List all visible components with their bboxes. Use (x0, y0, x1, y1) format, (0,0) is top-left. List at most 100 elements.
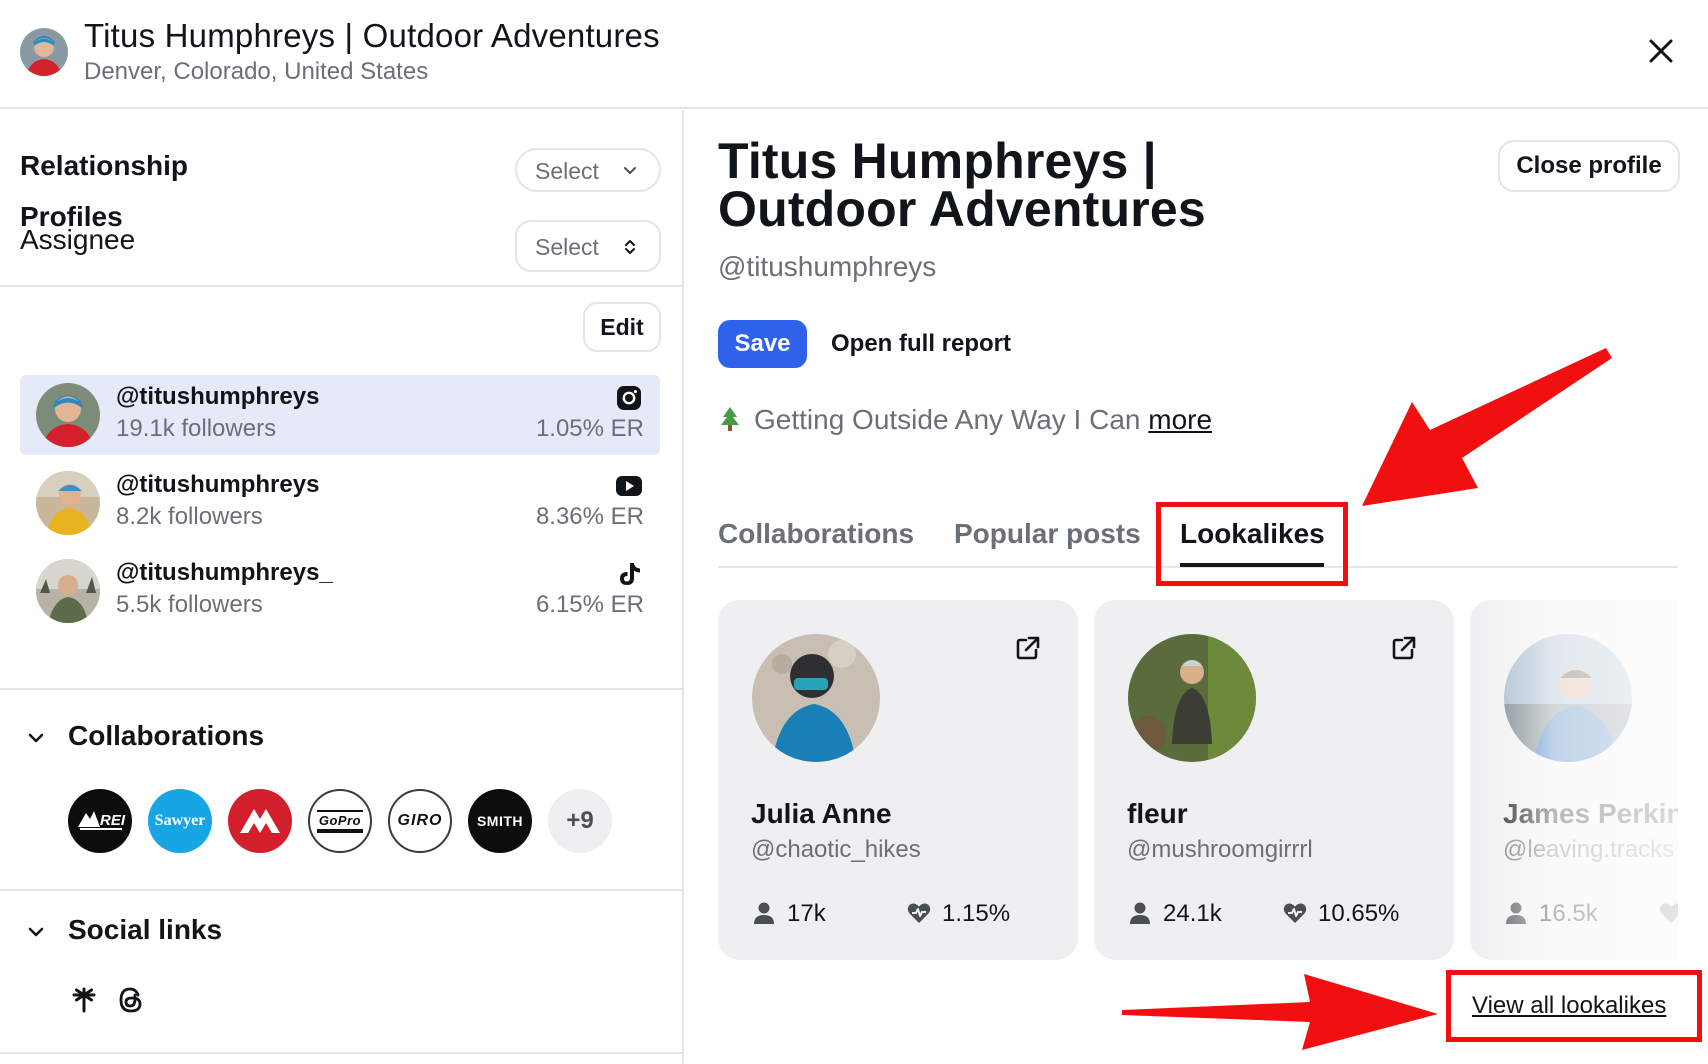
lookalike-followers-value: 17k (787, 900, 826, 927)
brand-logo-sawyer[interactable]: Sawyer (148, 789, 212, 853)
edit-profiles-button[interactable]: Edit (583, 302, 661, 352)
lookalikes-carousel: Julia Anne @chaotic_hikes 17k 1.15% fleu… (718, 600, 1678, 962)
profile-row-youtube[interactable]: @titushumphreys 8.2k followers 8.36% ER (20, 463, 660, 543)
collaborations-section-toggle[interactable]: Collaborations (0, 708, 684, 768)
lookalike-name: James Perkins (1503, 798, 1678, 829)
person-icon (1506, 902, 1526, 924)
brand-logo-rei[interactable]: REI (68, 789, 132, 853)
chevron-down-icon (28, 927, 44, 937)
external-link-icon[interactable] (1390, 634, 1418, 662)
lookalike-name: Julia Anne (751, 798, 892, 829)
lookalike-er-value: 1.15% (942, 900, 1011, 927)
chevron-down-icon (28, 733, 44, 743)
view-all-lookalikes-link[interactable]: View all lookalikes (1472, 992, 1666, 1020)
relationship-row: Relationship Select (0, 130, 684, 206)
brand-smith-text: SMITH (476, 813, 524, 829)
threads-icon[interactable] (116, 985, 146, 1015)
relationship-label: Relationship (20, 150, 189, 181)
profile-row-tiktok[interactable]: @titushumphreys_ 5.5k followers 6.15% ER (20, 551, 660, 631)
brand-logo-gopro[interactable]: GoPro (308, 789, 372, 853)
engagement-heart-icon (1283, 903, 1307, 923)
instagram-icon (617, 386, 641, 410)
divider (0, 889, 684, 891)
profile-er: 6.15% ER (535, 591, 644, 618)
lookalike-followers-value: 16.5k (1539, 900, 1598, 927)
lookalike-followers: 16.5k (1503, 900, 1598, 928)
profile-er: 1.05% ER (535, 415, 644, 442)
tiktok-icon (620, 563, 640, 585)
profile-handle: @titushumphreys (116, 383, 320, 410)
engagement-heart-icon (907, 903, 931, 923)
profile-handle: @titushumphreys (116, 471, 320, 498)
main-profile-title: Titus Humphreys | Outdoor Adventures (718, 133, 1206, 237)
brand-logo-smith[interactable]: SMITH (468, 789, 532, 853)
external-link-icon[interactable] (1014, 634, 1042, 662)
profile-handle: @titushumphreys_ (116, 559, 333, 586)
profile-bio: Getting Outside Any Way I Can more (718, 404, 1212, 436)
close-icon[interactable] (1644, 34, 1678, 68)
save-button[interactable]: Save (718, 320, 807, 368)
relationship-select[interactable]: Select (515, 148, 661, 192)
brand-logo-giro[interactable]: GIRO (388, 789, 452, 853)
brand-rei-text: REI (100, 812, 126, 829)
profile-location: Denver, Colorado, United States (84, 58, 429, 85)
lookalike-followers-value: 24.1k (1163, 900, 1222, 927)
open-full-report-link[interactable]: Open full report (831, 330, 1011, 358)
lookalike-card[interactable]: fleur @mushroomgirrrl 24.1k 10.65% (1094, 600, 1454, 960)
tab-popular-posts[interactable]: Popular posts (954, 518, 1141, 550)
profile-tabs: Collaborations Popular posts Lookalikes (718, 518, 1678, 568)
bio-more-link[interactable]: more (1148, 404, 1212, 435)
lookalike-followers: 17k (751, 900, 826, 928)
engagement-heart-icon (1659, 903, 1678, 923)
profile-row-instagram[interactable]: @titushumphreys 19.1k followers 1.05% ER (20, 375, 660, 455)
avatar (36, 383, 100, 447)
person-icon (1130, 902, 1150, 924)
assignee-select[interactable]: Select (515, 220, 661, 272)
more-brands-button[interactable]: +9 (548, 789, 612, 853)
brand-gopro-text: GoPro (316, 809, 364, 833)
social-links-section-toggle[interactable]: Social links (0, 902, 684, 962)
tab-lookalikes[interactable]: Lookalikes (1180, 518, 1325, 550)
profiles-title: Profiles (20, 201, 123, 232)
lookalike-engagement: 10.65% (1282, 900, 1399, 928)
assignee-select-value: Select (535, 234, 599, 260)
lookalike-er-value: 10.65% (1318, 900, 1400, 927)
linktree-icon[interactable] (69, 985, 99, 1015)
person-icon (754, 902, 774, 924)
brand-giro-text: GIRO (397, 812, 443, 829)
lookalike-card[interactable]: Julia Anne @chaotic_hikes 17k 1.15% (718, 600, 1078, 960)
profile-er: 8.36% ER (535, 503, 644, 530)
tab-collaborations[interactable]: Collaborations (718, 518, 914, 550)
avatar (36, 471, 100, 535)
lookalike-engagement (1658, 900, 1678, 928)
brand-sawyer-text: Sawyer (154, 812, 206, 829)
bio-text: Getting Outside Any Way I Can (754, 404, 1141, 435)
evergreen-tree-icon (721, 407, 739, 431)
avatar (1504, 634, 1632, 762)
close-profile-button[interactable]: Close profile (1498, 140, 1680, 192)
profile-name: Titus Humphreys | Outdoor Adventures (84, 17, 660, 54)
main-profile-handle: @titushumphreys (718, 251, 937, 282)
profile-followers: 8.2k followers (116, 503, 263, 530)
avatar (1128, 634, 1256, 762)
brand-logo-mountain-hardwear[interactable] (228, 789, 292, 853)
lookalike-followers: 24.1k (1127, 900, 1222, 928)
annotation-arrow-icon (1362, 348, 1612, 506)
profile-header: Titus Humphreys | Outdoor Adventures Den… (0, 0, 1708, 109)
annotation-arrow-icon (1122, 974, 1438, 1050)
divider (0, 1052, 684, 1054)
chevron-down-icon (624, 167, 636, 174)
lookalike-handle: @chaotic_hikes (751, 836, 921, 863)
lookalike-name: fleur (1127, 798, 1188, 829)
active-tab-indicator (1180, 563, 1324, 567)
collaborations-label: Collaborations (68, 720, 265, 751)
avatar (752, 634, 880, 762)
relationship-select-value: Select (535, 158, 599, 184)
chevron-updown-icon (625, 240, 635, 254)
divider (0, 285, 684, 287)
lookalike-card[interactable]: James Perkins @leaving.tracks 16.5k (1470, 600, 1678, 960)
profile-followers: 5.5k followers (116, 591, 263, 618)
avatar (20, 28, 68, 76)
divider (0, 688, 684, 690)
lookalike-handle: @mushroomgirrrl (1127, 836, 1313, 863)
